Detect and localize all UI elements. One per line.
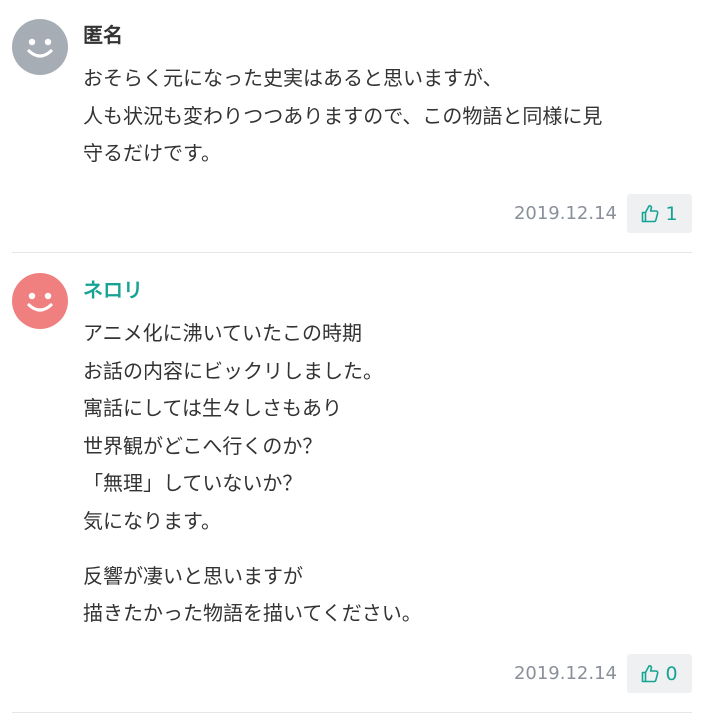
avatar-user <box>12 273 68 329</box>
comment-date: 2019.12.14 <box>513 663 617 684</box>
comment-body: おそらく元になった史実はあると思いますが、 人も状況も変わりつつありますので、こ… <box>83 60 683 173</box>
comment-item: 匿名 おそらく元になった史実はあると思いますが、 人も状況も変わりつつありますの… <box>12 0 692 253</box>
comment-line: お話の内容にビックリしました。 <box>83 358 383 383</box>
comment-line: 人も状況も変わりつつありますので、この物語と同様に見 <box>83 103 603 128</box>
like-count: 1 <box>665 202 678 225</box>
avatar-anonymous <box>12 19 68 75</box>
comment-author[interactable]: ネロリ <box>83 276 143 304</box>
like-button[interactable]: 1 <box>627 194 692 233</box>
like-count: 0 <box>665 662 678 685</box>
comment-line: アニメ化に沸いていたこの時期 <box>83 321 362 345</box>
smiley-face-icon <box>12 273 68 329</box>
comment-line: 寓話にしては生々しさもあり <box>83 396 342 421</box>
comment-line: 気になります。 <box>83 508 221 533</box>
comment-line: 守るだけです。 <box>83 141 221 166</box>
comment-author[interactable]: 匿名 <box>83 21 123 49</box>
thumbs-up-icon <box>642 205 659 223</box>
comment-line: 「無理」していないか？ <box>83 471 303 496</box>
smiley-face-icon <box>12 19 68 75</box>
comment-line: おそらく元になった史実はあると思いますが、 <box>83 66 503 90</box>
comment-body: アニメ化に沸いていたこの時期 お話の内容にビックリしました。 寓話にしては生々し… <box>83 315 683 633</box>
comment-item: ネロリ アニメ化に沸いていたこの時期 お話の内容にビックリしました。 寓話にして… <box>12 252 692 714</box>
comment-date: 2019.12.14 <box>513 203 617 224</box>
comment-line: 描きたかった物語を描いてください。 <box>83 601 422 626</box>
thumbs-up-icon <box>642 665 659 683</box>
comment-line: 世界観がどこへ行くのか？ <box>83 433 323 458</box>
comment-line: 反響が凄いと思いますが <box>83 563 303 588</box>
like-button[interactable]: 0 <box>627 654 692 693</box>
comment-divider <box>12 712 692 713</box>
